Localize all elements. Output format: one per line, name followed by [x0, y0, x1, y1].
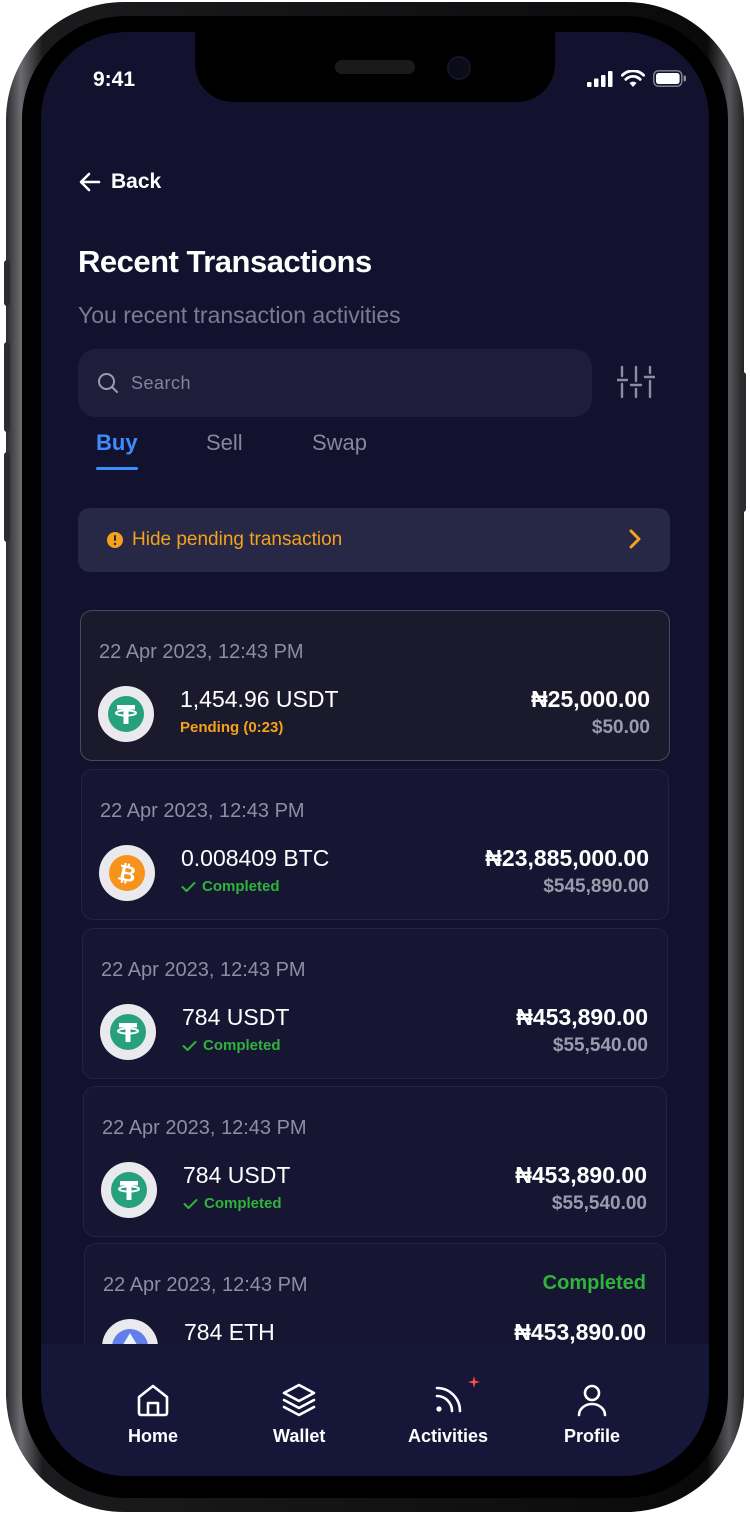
eth-icon — [112, 1329, 148, 1344]
nav-profile[interactable]: Profile — [564, 1382, 620, 1447]
naira-amount: ₦453,890.00 — [516, 1004, 648, 1030]
page-subtitle: You recent transaction activities — [78, 302, 401, 328]
coin-badge — [98, 686, 154, 742]
usd-amount: $55,540.00 — [552, 1035, 648, 1056]
check-icon — [181, 881, 196, 892]
transaction-card[interactable]: 22 Apr 2023, 12:43 PM ₿ 0.008409 BTC Com… — [81, 769, 669, 920]
search-bar[interactable] — [78, 349, 592, 417]
transaction-date: 22 Apr 2023, 12:43 PM — [102, 1117, 307, 1139]
notification-sparkle-icon — [468, 1376, 480, 1388]
status-icons — [587, 70, 687, 87]
status-label: Completed — [181, 878, 280, 895]
status-label: Completed — [182, 1037, 281, 1054]
usdt-icon — [108, 696, 144, 732]
transaction-date: 22 Apr 2023, 12:43 PM — [103, 1274, 308, 1296]
usd-amount: $50.00 — [591, 717, 650, 738]
coin-badge — [101, 1162, 157, 1218]
activity-feed-icon — [435, 1386, 462, 1413]
status-label: Completed — [183, 1195, 282, 1212]
status-label: Pending (0:23) — [180, 719, 283, 736]
nav-profile-label: Profile — [564, 1426, 621, 1446]
signal-icon — [587, 70, 613, 87]
app-screen: 9:41 Back Recent Transactions You recent… — [41, 32, 709, 1476]
mute-switch — [4, 260, 10, 306]
crypto-amount: 1,454.96 USDT — [180, 686, 339, 712]
status-text: Completed — [203, 1037, 281, 1054]
status-text: Completed — [202, 878, 280, 895]
naira-amount: ₦23,885,000.00 — [485, 845, 649, 871]
transaction-card[interactable]: 22 Apr 2023, 12:43 PM 784 USDT Completed… — [83, 1086, 667, 1237]
notch — [195, 32, 555, 102]
status-text: Completed — [204, 1195, 282, 1212]
transaction-date: 22 Apr 2023, 12:43 PM — [99, 641, 304, 663]
usdt-icon — [110, 1014, 146, 1050]
coin-badge: ₿ — [99, 845, 155, 901]
nav-activities-label: Activities — [408, 1426, 489, 1446]
front-camera — [447, 56, 471, 80]
tab-sell[interactable]: Sell — [206, 430, 243, 456]
nav-wallet[interactable]: Wallet — [273, 1382, 325, 1447]
nav-wallet-label: Wallet — [273, 1426, 326, 1446]
nav-home[interactable]: Home — [128, 1382, 178, 1447]
transaction-card[interactable]: 22 Apr 2023, 12:43 PM Completed 784 ETH … — [84, 1243, 666, 1344]
naira-amount: ₦453,890.00 — [514, 1319, 646, 1344]
usd-amount: $55,540.00 — [551, 1193, 647, 1214]
info-icon — [107, 532, 123, 548]
coin-badge — [102, 1319, 158, 1344]
transaction-card[interactable]: 22 Apr 2023, 12:43 PM 784 USDT Completed… — [82, 928, 668, 1079]
status-text: Completed — [542, 1272, 646, 1294]
crypto-amount: 784 ETH — [184, 1319, 275, 1344]
usdt-icon — [111, 1172, 147, 1208]
active-tab-indicator — [96, 467, 138, 470]
chevron-right-icon — [629, 529, 641, 549]
hide-pending-toggle[interactable]: Hide pending transaction — [78, 508, 670, 572]
filter-icon[interactable] — [617, 365, 655, 399]
user-icon — [577, 1384, 607, 1417]
speaker-grille — [335, 60, 415, 74]
search-icon — [98, 373, 118, 393]
wifi-icon — [621, 70, 645, 87]
crypto-amount: 784 USDT — [182, 1004, 290, 1030]
tab-swap[interactable]: Swap — [312, 430, 367, 456]
usd-amount: $545,890.00 — [543, 876, 649, 897]
tab-buy[interactable]: Buy — [96, 430, 138, 456]
nav-activities[interactable]: Activities — [408, 1376, 489, 1447]
power-button — [740, 372, 746, 512]
check-icon — [183, 1198, 198, 1209]
nav-home-label: Home — [128, 1426, 179, 1446]
btc-icon: ₿ — [109, 855, 145, 891]
transaction-card[interactable]: 22 Apr 2023, 12:43 PM 1,454.96 USDT Pend… — [80, 610, 670, 761]
page-title: Recent Transactions — [78, 244, 372, 279]
battery-icon — [653, 70, 686, 87]
home-icon — [137, 1384, 169, 1417]
crypto-amount: 784 USDT — [183, 1162, 291, 1188]
transaction-date: 22 Apr 2023, 12:43 PM — [100, 800, 305, 822]
volume-down-button — [4, 452, 10, 542]
check-icon — [182, 1040, 197, 1051]
search-input[interactable] — [129, 371, 533, 395]
hide-pending-label: Hide pending transaction — [132, 529, 343, 550]
status-text: Pending (0:23) — [180, 719, 284, 736]
back-button[interactable]: Back — [79, 170, 161, 194]
coin-badge — [100, 1004, 156, 1060]
status-time: 9:41 — [93, 68, 136, 91]
transaction-date: 22 Apr 2023, 12:43 PM — [101, 959, 306, 981]
arrow-left-icon — [79, 172, 101, 192]
layers-icon — [282, 1383, 316, 1417]
naira-amount: ₦453,890.00 — [515, 1162, 647, 1188]
back-label: Back — [111, 170, 162, 193]
crypto-amount: 0.008409 BTC — [181, 845, 330, 871]
volume-up-button — [4, 342, 10, 432]
naira-amount: ₦25,000.00 — [531, 686, 650, 712]
bottom-nav: Home Wallet Activities Profile — [41, 1344, 709, 1476]
transaction-list: 22 Apr 2023, 12:43 PM 1,454.96 USDT Pend… — [41, 610, 709, 1344]
